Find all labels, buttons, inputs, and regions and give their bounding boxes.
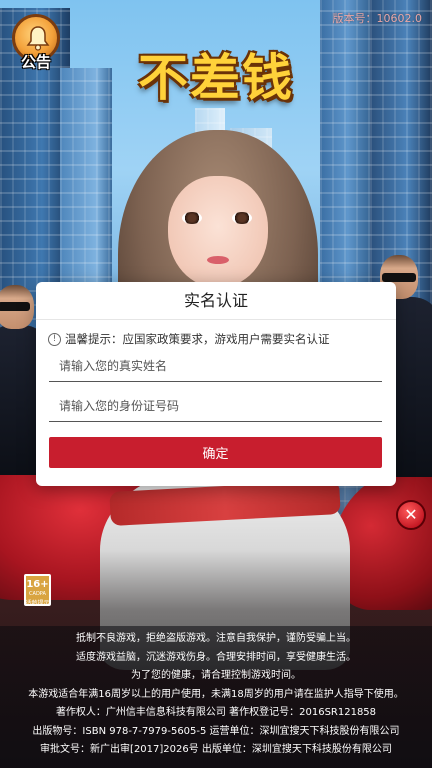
age-rating-label: 16+ <box>26 579 49 590</box>
character-eye <box>182 212 202 224</box>
footer-line: 著作权人：广州信丰信息科技有限公司 著作权登记号：2016SR121858 <box>55 707 377 718</box>
bell-icon <box>26 26 50 51</box>
info-icon: ! <box>48 332 61 346</box>
policy-tip: ! 温馨提示：应国家政策要求，游戏用户需要实名认证 <box>48 330 330 348</box>
footer-line: 适度游戏益脑，沉迷游戏伤身。合理安排时间，享受健康生活。 <box>76 651 356 663</box>
character-face <box>168 176 268 288</box>
game-logo: 不差钱 <box>128 38 304 118</box>
dialog-title: 实名认证 <box>36 282 396 320</box>
footer-line: 为了您的健康，请合理控制游戏时间。 <box>131 670 301 681</box>
character-lips <box>207 256 229 264</box>
notice-button[interactable]: 公告 <box>10 14 62 71</box>
close-icon[interactable]: ✕ <box>396 500 426 530</box>
age-rating-org: CADPA <box>29 591 46 597</box>
confirm-button[interactable]: 确定 <box>49 437 382 468</box>
real-name-input[interactable] <box>49 350 382 382</box>
version-text: 版本号：10602.0 <box>332 12 423 25</box>
character-eye <box>232 212 252 224</box>
footer-line: 出版物号：ISBN 978-7-7979-5605-5 运营单位：深圳宜搜天下科… <box>32 725 400 737</box>
notice-label: 公告 <box>20 53 51 71</box>
footer-line: 审批文号：新广出审[2017]2026号 出版单位：深圳宜搜天下科技股份有限公司 <box>40 744 392 755</box>
health-notice-footer: 抵制不良游戏，拒绝盗版游戏。注意自我保护，谨防受骗上当。 适度游戏益脑，沉迷游戏… <box>0 626 432 768</box>
realname-auth-dialog: 实名认证 ! 温馨提示：应国家政策要求，游戏用户需要实名认证 确定 <box>36 282 396 486</box>
policy-tip-text: 温馨提示：应国家政策要求，游戏用户需要实名认证 <box>65 332 330 346</box>
footer-line: 抵制不良游戏，拒绝盗版游戏。注意自我保护，谨防受骗上当。 <box>76 633 356 644</box>
game-logo-text: 不差钱 <box>138 48 294 107</box>
id-number-input[interactable] <box>49 390 382 422</box>
footer-line: 本游戏适合年满16周岁以上的用户使用，未满18周岁的用户请在监护人指导下使用。 <box>28 688 404 700</box>
age-rating-caption: 适龄提示 <box>25 600 50 607</box>
